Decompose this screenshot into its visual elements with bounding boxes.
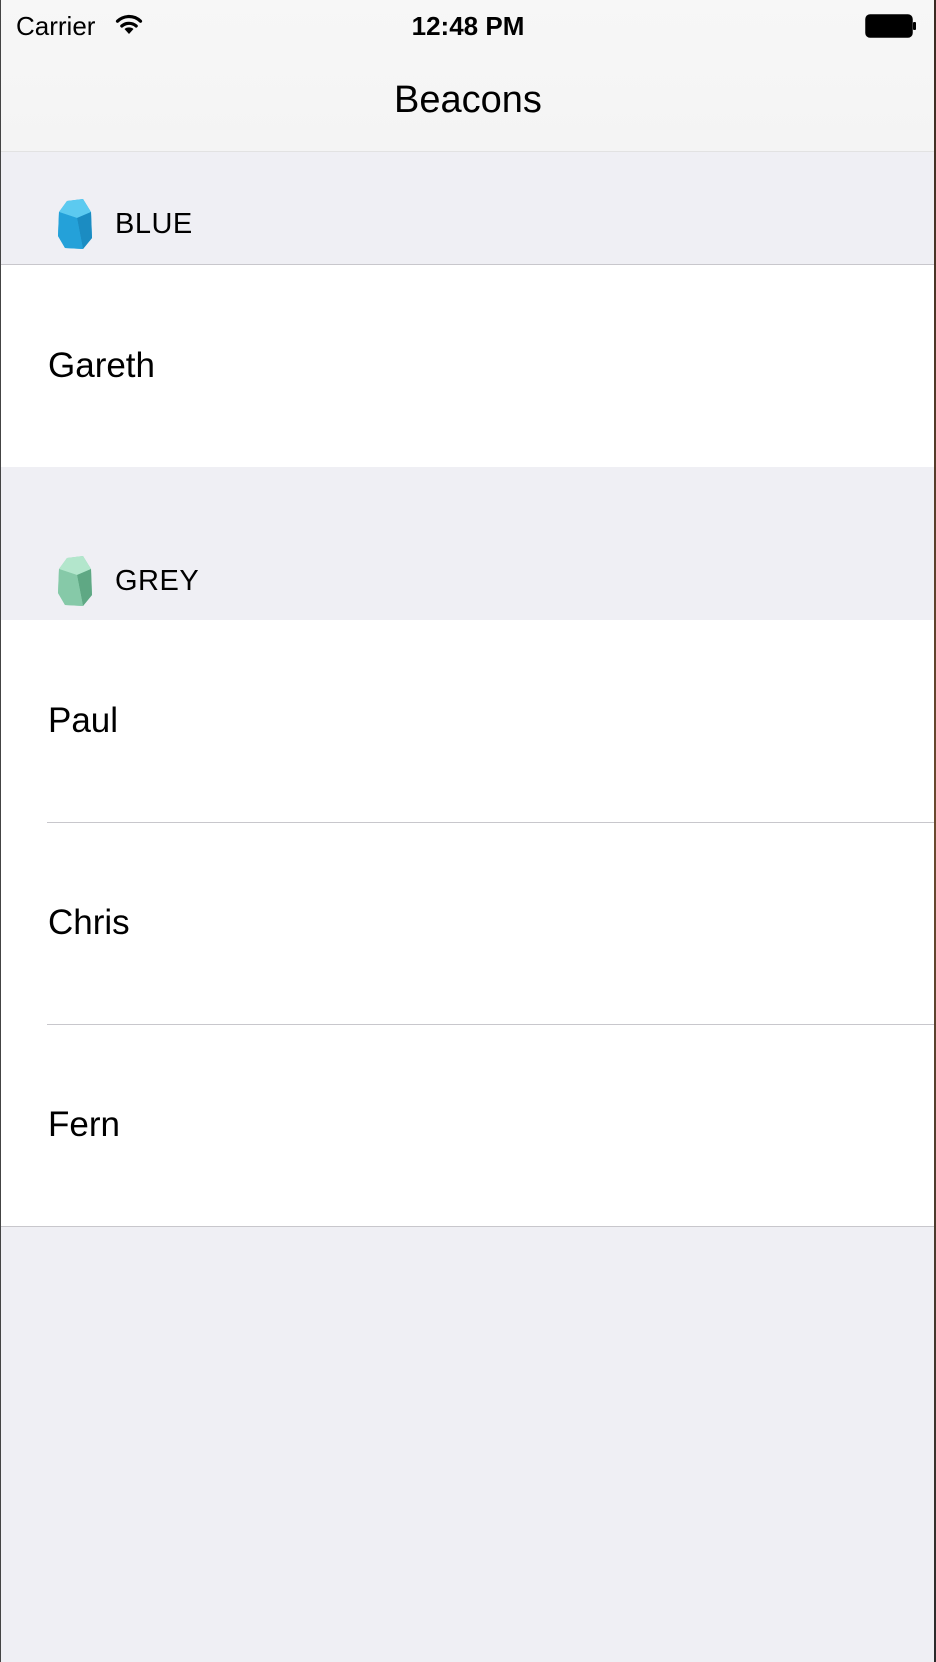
section-rows-blue: Gareth xyxy=(1,264,935,468)
status-time: 12:48 PM xyxy=(411,11,525,41)
section-header-grey: GREY xyxy=(1,467,935,620)
table-row[interactable]: Fern xyxy=(1,1024,935,1226)
navigation-bar: Carrier 12:48 PM Beacons xyxy=(1,0,935,152)
table-row[interactable]: Chris xyxy=(1,822,935,1024)
beacon-blue-icon xyxy=(57,198,93,250)
section-rows-grey: Paul Chris Fern xyxy=(1,620,935,1227)
table-row[interactable]: Gareth xyxy=(1,265,935,467)
row-label: Gareth xyxy=(48,346,155,385)
row-label: Chris xyxy=(48,903,130,942)
section-label: BLUE xyxy=(115,208,193,240)
battery-icon xyxy=(865,14,917,38)
row-label: Paul xyxy=(48,701,119,740)
row-label: Fern xyxy=(48,1105,120,1144)
table-row[interactable]: Paul xyxy=(1,620,935,822)
section-label: GREY xyxy=(115,565,200,597)
beacons-screen: Carrier 12:48 PM Beacons BLUE Gareth GRE… xyxy=(0,0,935,1662)
section-header-blue: BLUE xyxy=(1,152,935,264)
beacon-mint-icon xyxy=(57,555,93,607)
page-title: Beacons xyxy=(394,79,542,121)
